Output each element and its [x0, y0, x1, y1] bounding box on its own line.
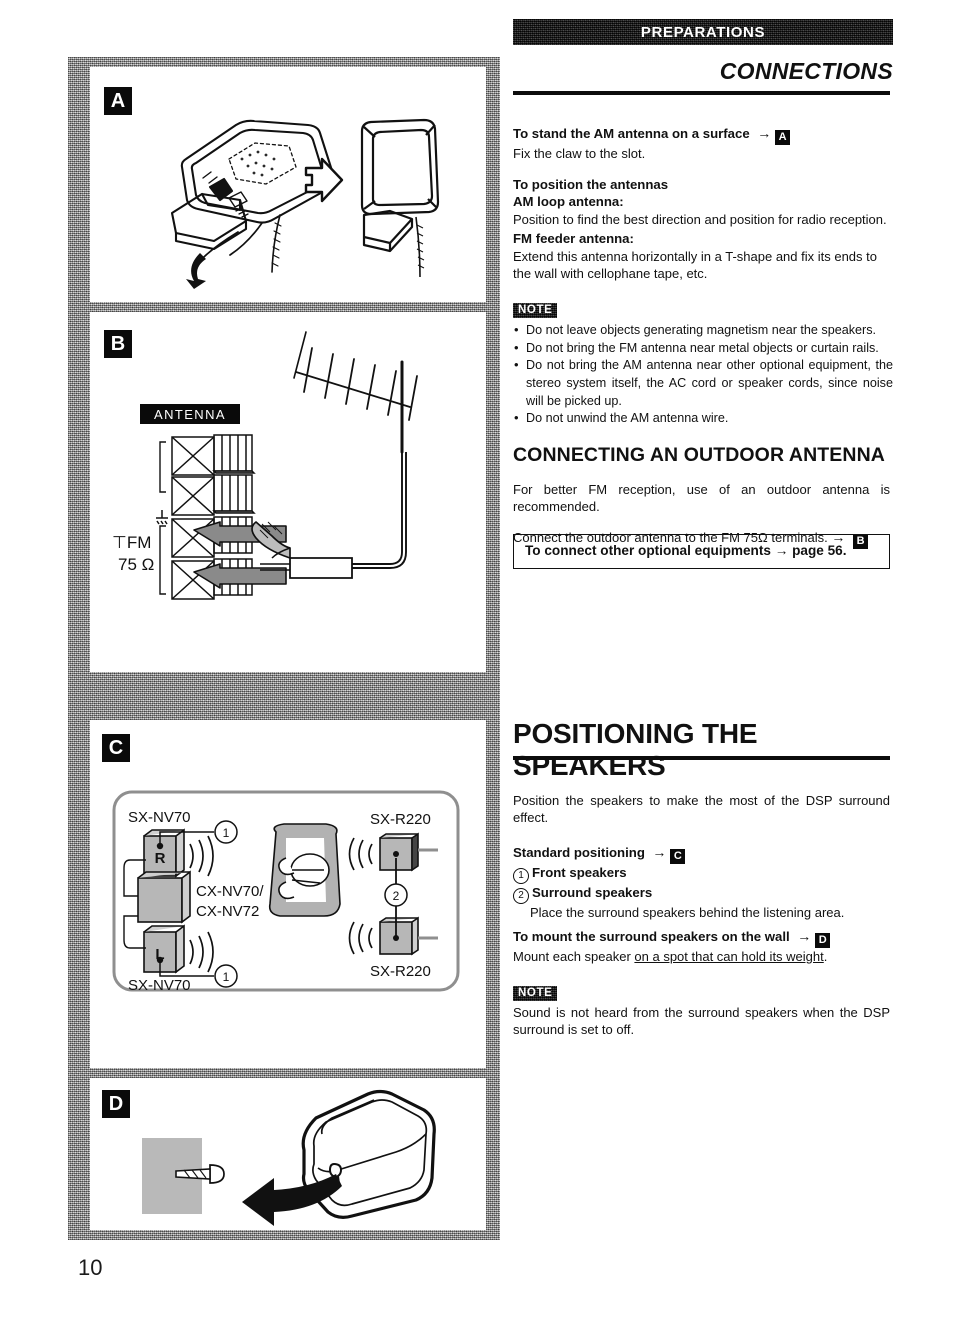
- speakers-intro: Position the speakers to make the most o…: [513, 793, 890, 826]
- front-speakers-item: 1 Front speakers: [513, 864, 893, 884]
- panel-label-b: B: [104, 330, 132, 358]
- position-antenna-section: To position the antennas AM loop antenna…: [513, 176, 893, 282]
- ref-d-badge: D: [815, 933, 831, 948]
- panel-label-a: A: [104, 87, 132, 115]
- antenna-terminal-label: ANTENNA: [154, 407, 226, 422]
- surround-top-model-label: SX-R220: [370, 811, 431, 828]
- fm-impedance-label: 75 Ω: [118, 555, 154, 574]
- standard-positioning-block: Standard positioning → C 1 Front speakers…: [513, 843, 893, 921]
- wall-mount-heading: To mount the surround speakers on the wa…: [513, 927, 893, 948]
- manual-page: A B ANTENNA ⊤FM 75 Ω C R SX-NV70 L SX-NV…: [0, 0, 954, 1332]
- speakers-note-block: NOTE Sound is not heard from the surroun…: [513, 983, 893, 1039]
- am-loop-label: AM loop antenna:: [513, 194, 624, 210]
- item-number-1: 1: [513, 868, 529, 884]
- front-left-model-label: SX-NV70: [128, 977, 191, 994]
- surround-bottom-speaker: [379, 916, 419, 956]
- note-badge: NOTE: [513, 986, 557, 1001]
- preparations-band: PREPARATIONS: [513, 19, 893, 45]
- preparations-label: PREPARATIONS: [640, 23, 766, 41]
- wall-mount-emphasis: on a spot that can hold its weight: [634, 949, 824, 964]
- note-item: Do not bring the AM antenna near other o…: [513, 356, 893, 410]
- am-loop-body: Position to find the best direction and …: [513, 211, 887, 227]
- standard-positioning-heading: Standard positioning → C: [513, 843, 893, 864]
- listener-figure: [268, 823, 341, 917]
- content-column: PREPARATIONS CONNECTIONS To stand the AM…: [513, 0, 893, 1332]
- fm-terminal-label: ⊤FM: [112, 533, 151, 552]
- figure-panel-a: A: [90, 67, 486, 302]
- outdoor-antenna-connection-illustration: ANTENNA ⊤FM 75 Ω: [112, 331, 418, 600]
- positioning-speakers-section: POSITIONING THE SPEAKERS: [513, 718, 893, 782]
- svg-text:1: 1: [223, 826, 230, 840]
- outdoor-antenna-heading: CONNECTING AN OUTDOOR ANTENNA: [513, 444, 885, 466]
- am-loop-antenna-illustration: [170, 118, 440, 289]
- arrow-glyph: →: [753, 125, 776, 141]
- stand-antenna-section: To stand the AM antenna on a surface → A…: [513, 124, 893, 162]
- svg-text:R: R: [155, 850, 166, 867]
- figure-panel-b: B ANTENNA ⊤FM 75 Ω: [90, 312, 486, 672]
- ref-c-badge: C: [670, 849, 686, 864]
- speakers-rule: [513, 756, 890, 760]
- arrow-glyph: →: [793, 928, 816, 944]
- fm-feeder-label: FM feeder antenna:: [513, 231, 634, 247]
- speaker-layout-illustration: R SX-NV70 L SX-NV70 CX-NV70/ CX-NV72 SX-…: [112, 790, 460, 994]
- page-title: CONNECTIONS: [719, 58, 893, 84]
- main-unit-model-line2: CX-NV72: [196, 903, 259, 920]
- arrow-glyph: →: [648, 844, 671, 860]
- figure-column: A B ANTENNA ⊤FM 75 Ω C R SX-NV70 L SX-NV…: [68, 57, 500, 1240]
- stand-antenna-body: Fix the claw to the slot.: [513, 146, 646, 161]
- front-right-speaker: R: [143, 828, 185, 878]
- outdoor-antenna-body: For better FM reception, use of an outdo…: [513, 482, 890, 515]
- note-item: Do not unwind the AM antenna wire.: [513, 409, 893, 428]
- svg-text:2: 2: [393, 889, 400, 903]
- surround-speakers-body: Place the surround speakers behind the l…: [530, 905, 845, 920]
- page-number: 10: [78, 1255, 103, 1280]
- antenna-note-list: Do not leave objects generating magnetis…: [513, 321, 893, 428]
- figure-panel-d: D: [90, 1078, 486, 1230]
- title-rule: [513, 91, 890, 95]
- note-item: Do not leave objects generating magnetis…: [513, 321, 893, 340]
- ref-a-badge: A: [775, 130, 791, 145]
- panel-label-d: D: [102, 1090, 130, 1118]
- surround-top-speaker: [379, 832, 419, 872]
- wall-mount-body: Mount each speaker on a spot that can ho…: [513, 949, 828, 964]
- front-right-model-label: SX-NV70: [128, 809, 191, 826]
- optional-equipment-label: To connect other optional equipments → p…: [525, 543, 847, 558]
- speakers-note-body: Sound is not heard from the surround spe…: [513, 1005, 890, 1038]
- note-badge: NOTE: [513, 303, 557, 318]
- wall-mount-illustration: [142, 1089, 436, 1226]
- main-unit-model-line1: CX-NV70/: [196, 883, 264, 900]
- optional-equipment-box[interactable]: To connect other optional equipments → p…: [513, 534, 890, 569]
- stand-antenna-heading: To stand the AM antenna on a surface → A: [513, 124, 893, 145]
- surround-bottom-model-label: SX-R220: [370, 963, 431, 980]
- front-left-speaker: L: [143, 924, 185, 974]
- surround-speakers-item: 2 Surround speakers: [513, 884, 893, 904]
- antenna-note-block: NOTE Do not leave objects generating mag…: [513, 300, 893, 428]
- positioning-speakers-heading: POSITIONING THE SPEAKERS: [513, 718, 758, 781]
- note-item: Do not bring the FM antenna near metal o…: [513, 339, 893, 358]
- wall-mount-block: To mount the surround speakers on the wa…: [513, 927, 893, 965]
- position-antenna-heading: To position the antennas: [513, 177, 669, 192]
- svg-text:1: 1: [223, 970, 230, 984]
- figure-panel-c: C R SX-NV70 L SX-NV70 CX-NV70/ CX-NV72 S…: [90, 720, 486, 1068]
- panel-label-c: C: [102, 734, 130, 762]
- fm-feeder-body: Extend this antenna horizontally in a T-…: [513, 248, 877, 282]
- main-unit: [137, 870, 191, 924]
- item-number-2: 2: [513, 888, 529, 904]
